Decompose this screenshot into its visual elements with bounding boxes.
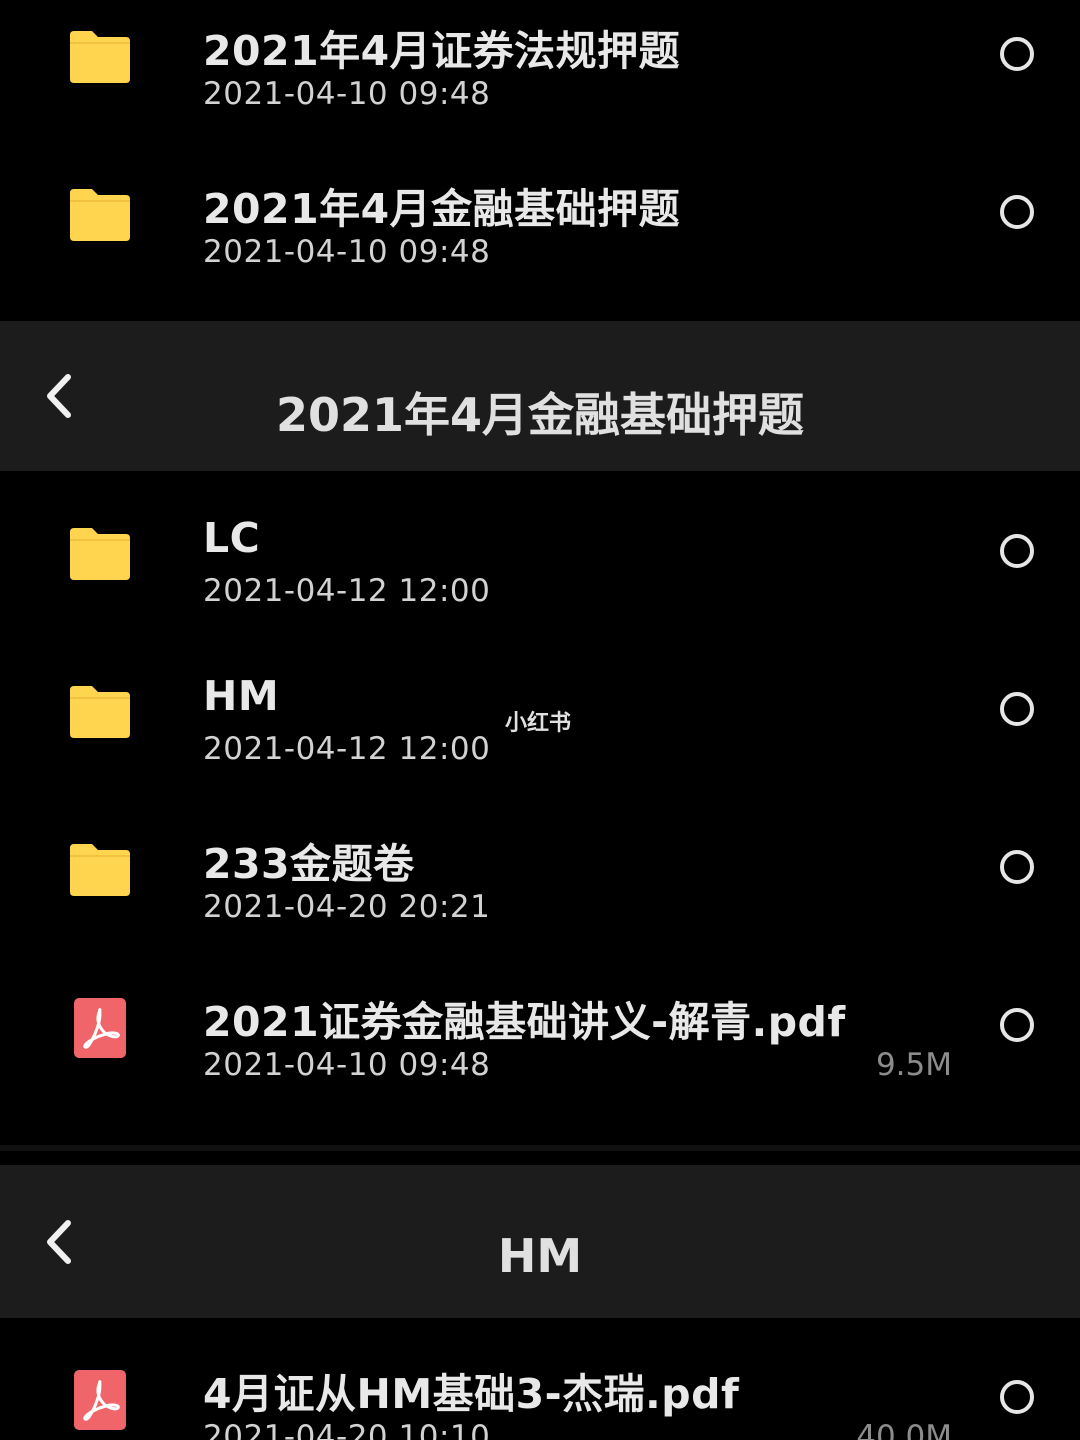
hm-file-list: 4月证从HM基础3-杰瑞.pdf 2021-04-20 10:10 40.0M	[0, 1318, 1080, 1440]
item-name: HM	[203, 672, 280, 720]
select-radio[interactable]	[1000, 1380, 1034, 1414]
select-radio[interactable]	[1000, 534, 1034, 568]
item-name: 2021年4月金融基础押题	[203, 185, 681, 233]
header-title: HM	[497, 1229, 583, 1283]
list-item[interactable]: 4月证从HM基础3-杰瑞.pdf 2021-04-20 10:10 40.0M	[0, 1318, 1080, 1440]
folder-icon	[68, 183, 132, 247]
item-date: 2021-04-20 20:21	[203, 889, 491, 925]
divider	[0, 1145, 1080, 1151]
top-file-list: 2021年4月证券法规押题 2021-04-10 09:48 2021年4月金融…	[0, 0, 1080, 320]
folder-header: HM	[0, 1165, 1080, 1318]
select-radio[interactable]	[1000, 692, 1034, 726]
select-radio[interactable]	[1000, 195, 1034, 229]
item-date: 2021-04-10 09:48	[203, 76, 491, 112]
folder-icon	[68, 25, 132, 89]
item-date: 2021-04-12 12:00	[203, 731, 491, 767]
item-date: 2021-04-12 12:00	[203, 573, 491, 609]
item-date: 2021-04-20 10:10	[203, 1419, 491, 1440]
file-size: 40.0M	[856, 1419, 952, 1440]
file-size: 9.5M	[875, 1047, 952, 1083]
header-title: 2021年4月金融基础押题	[275, 388, 805, 442]
folder-icon	[68, 522, 132, 586]
pdf-icon	[68, 1368, 132, 1432]
list-item[interactable]: LC 2021-04-12 12:00	[0, 472, 1080, 630]
item-name: 4月证从HM基础3-杰瑞.pdf	[203, 1370, 740, 1418]
folder-file-list: LC 2021-04-12 12:00 HM 2021-04-12 12:00 …	[0, 472, 1080, 1145]
folder-icon	[68, 838, 132, 902]
select-radio[interactable]	[1000, 1008, 1034, 1042]
item-date: 2021-04-10 09:48	[203, 1047, 491, 1083]
item-name: 233金题卷	[203, 840, 415, 888]
list-item[interactable]: 233金题卷 2021-04-20 20:21	[0, 788, 1080, 946]
folder-icon	[68, 680, 132, 744]
item-name: 2021年4月证券法规押题	[203, 27, 681, 75]
select-radio[interactable]	[1000, 37, 1034, 71]
item-date: 2021-04-10 09:48	[203, 234, 491, 270]
watermark-logo: 小红书	[505, 711, 572, 736]
folder-header: 2021年4月金融基础押题	[0, 321, 1080, 471]
item-name: 2021证券金融基础讲义-解青.pdf	[203, 998, 846, 1046]
list-item[interactable]: 2021年4月证券法规押题 2021-04-10 09:48	[0, 0, 1080, 133]
select-radio[interactable]	[1000, 850, 1034, 884]
list-item[interactable]: 2021证券金融基础讲义-解青.pdf 2021-04-10 09:48 9.5…	[0, 946, 1080, 1104]
item-name: LC	[203, 514, 261, 562]
pdf-icon	[68, 996, 132, 1060]
list-item[interactable]: 2021年4月金融基础押题 2021-04-10 09:48	[0, 133, 1080, 291]
